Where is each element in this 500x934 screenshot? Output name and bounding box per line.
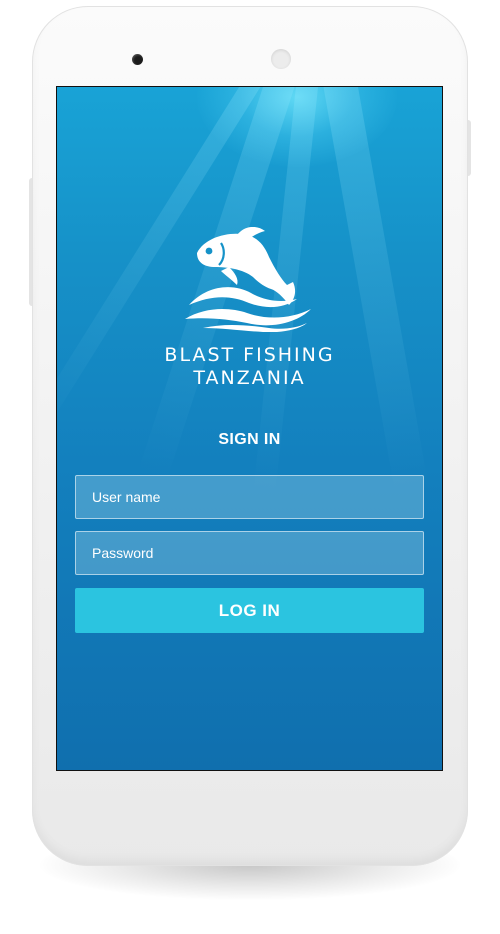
phone-screen: BLAST FISHING TANZANIA SIGN IN LOG IN [56, 86, 443, 771]
proximity-sensor-icon [271, 49, 291, 69]
front-camera-icon [132, 54, 143, 65]
login-button[interactable]: LOG IN [75, 588, 424, 633]
mockup-stage: BLAST FISHING TANZANIA SIGN IN LOG IN [0, 0, 500, 934]
brand-name-line1: BLAST FISHING [164, 344, 335, 366]
username-input[interactable] [75, 475, 424, 519]
brand-name-line2: TANZANIA [193, 367, 306, 389]
fish-jumping-over-waves-icon [185, 227, 311, 332]
sign-in-heading: SIGN IN [218, 431, 281, 448]
password-input[interactable] [75, 531, 424, 575]
login-screen: BLAST FISHING TANZANIA SIGN IN LOG IN [57, 87, 442, 770]
